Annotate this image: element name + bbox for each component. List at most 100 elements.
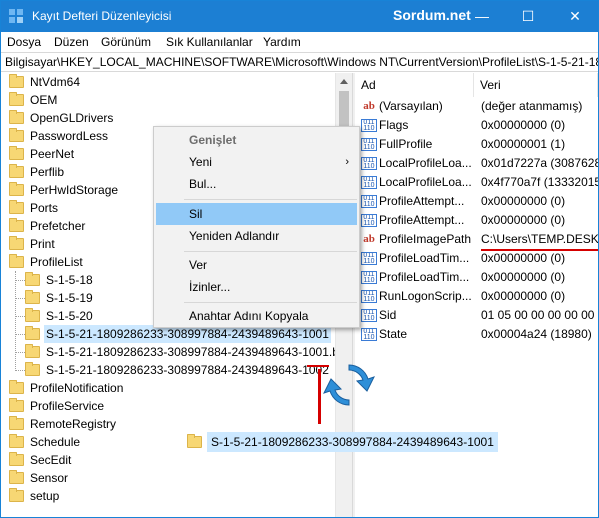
value-data: 0x01d7227a (30876282	[481, 156, 598, 170]
path-highlight-underline	[481, 249, 598, 251]
tree-item-label: PeerNet	[30, 147, 75, 161]
menu-item-find[interactable]: Bul...	[156, 173, 357, 195]
tree-item-label: S-1-5-19	[46, 291, 93, 305]
rename-refresh-icon	[323, 364, 375, 406]
tree-item-label: Schedule	[30, 435, 81, 449]
folder-icon	[9, 434, 24, 448]
regedit-app-icon	[9, 9, 23, 23]
value-name: ProfileAttempt...	[379, 213, 465, 227]
submenu-arrow-icon: ›	[345, 156, 349, 168]
tree-connector	[15, 271, 16, 369]
tree-item-label: SecEdit	[30, 453, 72, 467]
menu-item-new[interactable]: Yeni ›	[156, 151, 357, 173]
value-data: (değer atanmamış)	[481, 99, 583, 113]
tree-item-label: PerHwIdStorage	[30, 183, 119, 197]
window-title: Kayıt Defteri Düzenleyicisi	[32, 9, 172, 23]
value-name: ProfileImagePath	[379, 232, 472, 246]
tree-item-label: Perflib	[30, 165, 65, 179]
menu-favorites[interactable]: Sık Kullanılanlar	[166, 35, 253, 49]
value-data: 0x00000000 (0)	[481, 270, 566, 284]
tree-item-label: Prefetcher	[30, 219, 86, 233]
value-name: State	[379, 327, 408, 341]
tree-item-label: ProfileService	[30, 399, 105, 413]
value-row[interactable]: 011 110 FullProfile 0x00000001 (1)	[355, 135, 598, 154]
menu-item-permissions[interactable]: İzinler...	[156, 276, 357, 298]
tree-item-label: OpenGLDrivers	[30, 111, 114, 125]
folder-icon	[187, 434, 202, 448]
value-data: 0x4f770a7f (133320153	[481, 175, 598, 189]
value-name: ProfileAttempt...	[379, 194, 465, 208]
value-row[interactable]: ab (Varsayılan) (değer atanmamış)	[355, 97, 598, 116]
menu-item-export[interactable]: Ver	[156, 254, 357, 276]
value-data: 0x00000000 (0)	[481, 118, 566, 132]
tree-item-label: ProfileNotification	[30, 381, 124, 395]
folder-icon	[9, 398, 24, 412]
folder-icon	[9, 452, 24, 466]
menu-item-copy-key-name[interactable]: Anahtar Adını Kopyala	[156, 305, 357, 327]
value-name: (Varsayılan)	[379, 99, 443, 113]
value-row[interactable]: 011 110 RunLogonScrip... 0x00000000 (0)	[355, 287, 598, 306]
menu-edit[interactable]: Düzen	[54, 35, 89, 49]
folder-icon	[25, 308, 40, 322]
value-data: C:\Users\TEMP.DESKTO	[481, 232, 598, 246]
binary-value-icon: 011 110	[361, 271, 377, 284]
folder-icon	[9, 218, 24, 232]
value-row[interactable]: 011 110 LocalProfileLoa... 0x4f770a7f (13…	[355, 173, 598, 192]
value-row-profileimagepath[interactable]: ab ProfileImagePath C:\Users\TEMP.DESKTO	[355, 230, 598, 249]
binary-value-icon: 011 110	[361, 214, 377, 227]
value-name: FullProfile	[379, 137, 433, 151]
scroll-up-arrow-icon[interactable]	[340, 79, 348, 84]
value-row[interactable]: 011 110 LocalProfileLoa... 0x01d7227a (30…	[355, 154, 598, 173]
binary-value-icon: 011 110	[361, 195, 377, 208]
folder-icon	[9, 164, 24, 178]
binary-value-icon: 011 110	[361, 290, 377, 303]
minimize-button[interactable]: —	[459, 1, 505, 32]
menu-file[interactable]: Dosya	[7, 35, 41, 49]
value-row[interactable]: 011 110 ProfileLoadTim... 0x00000000 (0)	[355, 268, 598, 287]
folder-icon	[25, 362, 40, 376]
value-name: LocalProfileLoa...	[379, 175, 472, 189]
menu-view[interactable]: Görünüm	[101, 35, 151, 49]
tree-item-label: Print	[30, 237, 55, 251]
column-header-name[interactable]: Ad	[355, 73, 474, 97]
tree-item-label: Ports	[30, 201, 59, 215]
folder-icon	[25, 326, 40, 340]
value-row[interactable]: 011 110 ProfileLoadTim... 0x00000000 (0)	[355, 249, 598, 268]
folder-icon	[9, 236, 24, 250]
column-header-data[interactable]: Veri	[474, 73, 598, 97]
renamed-key-label: S-1-5-21-1809286233-308997884-2439489643…	[207, 432, 498, 452]
value-row[interactable]: 011 110 ProfileAttempt... 0x00000000 (0)	[355, 211, 598, 230]
value-name: RunLogonScrip...	[379, 289, 472, 303]
binary-value-icon: 011 110	[361, 138, 377, 151]
address-bar[interactable]: Bilgisayar\HKEY_LOCAL_MACHINE\SOFTWARE\M…	[1, 52, 598, 72]
value-data: 0x00000000 (0)	[481, 213, 566, 227]
menu-item-expand[interactable]: Genişlet	[156, 129, 357, 151]
value-data: 0x00004a24 (18980)	[481, 327, 592, 341]
tree-item-label: S-1-5-21-1809286233-308997884-2439489643…	[46, 345, 335, 359]
value-row[interactable]: 011 110 Flags 0x00000000 (0)	[355, 116, 598, 135]
rename-pointer-line	[318, 369, 321, 424]
maximize-button[interactable]: ☐	[505, 1, 551, 32]
menu-item-rename[interactable]: Yeniden Adlandır	[156, 225, 357, 247]
value-row[interactable]: 011 110 ProfileAttempt... 0x00000000 (0)	[355, 192, 598, 211]
tree-item-label: S-1-5-18	[46, 273, 93, 287]
binary-value-icon: 011 110	[361, 328, 377, 341]
string-value-icon: ab	[363, 233, 375, 245]
context-menu: Genişlet Yeni › Bul... Sil Yeniden Adlan…	[153, 126, 360, 328]
menu-separator	[184, 199, 357, 200]
folder-icon	[9, 488, 24, 502]
folder-icon	[9, 110, 24, 124]
close-button[interactable]: ✕	[552, 1, 598, 32]
value-row[interactable]: 011110 Sid 01 05 00 00 00 00 00 05	[355, 306, 598, 325]
menu-help[interactable]: Yardım	[263, 35, 301, 49]
binary-value-icon: 011 110	[361, 252, 377, 265]
value-name: Sid	[379, 308, 397, 322]
tree-item-label: setup	[30, 489, 60, 503]
menu-item-delete[interactable]: Sil	[156, 203, 357, 225]
value-row[interactable]: 011 110 State 0x00004a24 (18980)	[355, 325, 598, 344]
value-name: LocalProfileLoa...	[379, 156, 472, 170]
tree-item-label: ProfileList	[30, 255, 83, 269]
value-data: 0x00000001 (1)	[481, 137, 566, 151]
title-bar: Kayıt Defteri Düzenleyicisi Sordum.net —…	[1, 1, 598, 32]
binary-value-icon: 011 110	[361, 176, 377, 189]
